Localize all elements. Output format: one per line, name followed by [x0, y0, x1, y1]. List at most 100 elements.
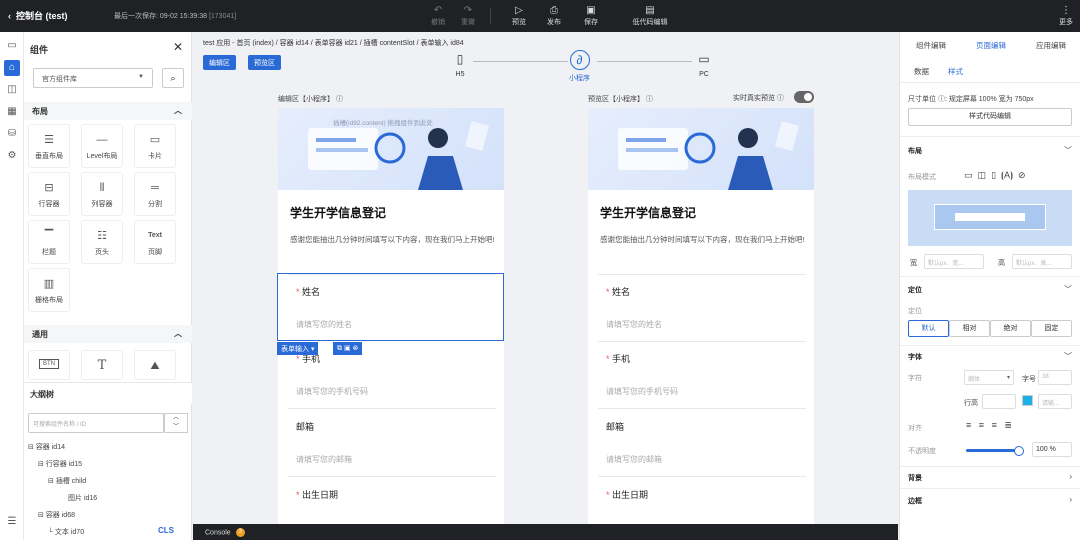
outline-toggle-icon[interactable]: ☰: [4, 514, 20, 530]
field-input-phone[interactable]: 请填写您的手机号码: [296, 386, 368, 397]
align-right-icon[interactable]: ≡: [992, 420, 997, 430]
tile-level-layout[interactable]: — Level布局: [81, 124, 123, 168]
tile-grid-layout[interactable]: ▥ 栅格布局: [28, 268, 70, 312]
style-code-button[interactable]: 样式代码编辑: [908, 108, 1072, 126]
preview-button[interactable]: ▷ 预览: [501, 4, 537, 27]
field-input-phone[interactable]: 请填写您的手机号码: [606, 386, 678, 397]
font-family-select[interactable]: 细体 ▾: [964, 370, 1014, 385]
tab-app-edit[interactable]: 应用编辑: [1036, 40, 1066, 51]
position-default-button[interactable]: 默认: [908, 320, 949, 337]
breadcrumb[interactable]: test 应用 - 首页 (index) / 容器 id14 / 表单容器 id…: [203, 38, 464, 48]
tab-component-edit[interactable]: 组件编辑: [916, 40, 946, 51]
block-mode-icon[interactable]: ▭: [964, 170, 973, 180]
tile-divider[interactable]: ═ 分割: [134, 172, 176, 216]
font-color-input[interactable]: 请输...: [1038, 394, 1072, 409]
align-justify-icon[interactable]: ≣: [1004, 420, 1012, 430]
more-button[interactable]: ⋮ 更多: [1048, 4, 1080, 27]
tile-vertical-layout[interactable]: ☰ 垂直布局: [28, 124, 70, 168]
tree-search-input[interactable]: 可搜索组件名称 / ID: [28, 413, 164, 433]
paste-icon[interactable]: ▣: [344, 345, 351, 352]
tile-text[interactable]: T: [81, 350, 123, 380]
device-miniprogram[interactable]: ∂ 小程序: [569, 50, 590, 83]
save-button[interactable]: ▣ 保存: [573, 4, 609, 27]
background-section-title[interactable]: 背景: [908, 473, 922, 483]
tree-node[interactable]: ⊟ 容器 id68: [38, 510, 75, 520]
chevron-down-icon[interactable]: ﹀: [1064, 284, 1072, 295]
tree-nav-stepper[interactable]: ︿ ﹀: [164, 413, 188, 433]
tile-title[interactable]: ▔ 栏题: [28, 220, 70, 264]
height-input[interactable]: 默认px、高...: [1012, 254, 1072, 269]
tile-image[interactable]: ⛰: [134, 350, 176, 380]
position-fixed-button[interactable]: 固定: [1031, 320, 1072, 337]
tab-page-edit[interactable]: 页面编辑: [976, 40, 1006, 51]
edit-area-button[interactable]: 编辑区: [203, 55, 236, 70]
chevron-down-icon[interactable]: ﹀: [1064, 351, 1072, 362]
chevron-down-icon[interactable]: ﹀: [1064, 145, 1072, 156]
width-input[interactable]: 默认px、宽...: [924, 254, 984, 269]
chevron-right-icon[interactable]: ›: [1069, 495, 1072, 504]
lowcode-edit-button[interactable]: ▤ 低代码编辑: [620, 4, 680, 27]
close-icon[interactable]: ✕: [173, 40, 183, 54]
selection-toolbar[interactable]: 表单输入 ▾: [277, 342, 319, 355]
library-select[interactable]: 官方组件库 ▼: [33, 68, 153, 88]
position-absolute-button[interactable]: 绝对: [990, 320, 1031, 337]
font-size-input[interactable]: 38: [1038, 370, 1072, 385]
field-input-email[interactable]: 请填写您的邮箱: [606, 454, 662, 465]
tile-header[interactable]: ☷ 页头: [81, 220, 123, 264]
flex-mode-icon[interactable]: ◫: [978, 170, 987, 180]
components-icon[interactable]: ⌂: [4, 60, 20, 76]
preview-area-button[interactable]: 预览区: [248, 55, 281, 70]
opacity-input[interactable]: 100 %: [1032, 442, 1072, 457]
device-pc[interactable]: ▭ PC: [695, 50, 713, 78]
tile-button[interactable]: BTN: [28, 350, 70, 380]
layout-section-header[interactable]: 布局 ︿: [24, 102, 192, 120]
database-icon[interactable]: ⛁: [4, 126, 20, 142]
tree-node[interactable]: ⊟ 插槽 child: [48, 476, 86, 486]
tile-column-container[interactable]: ⫴ 列容器: [81, 172, 123, 216]
back-to-console-link[interactable]: ‹ 控制台 (test): [8, 9, 68, 22]
console-bar[interactable]: Console 3: [193, 524, 898, 540]
redo-button[interactable]: ↷ 重做: [450, 4, 486, 27]
inline-text-icon[interactable]: ⦗A⦘: [1001, 170, 1013, 180]
pages-icon[interactable]: ▭: [4, 38, 20, 54]
blocks-icon[interactable]: ◫: [4, 82, 20, 98]
tree-node[interactable]: └ 文本 id70: [48, 527, 84, 537]
selection-outline[interactable]: [277, 273, 504, 341]
layers-icon[interactable]: ▦: [4, 104, 20, 120]
tree-node[interactable]: ⊟ 容器 id14: [28, 442, 65, 452]
align-center-icon[interactable]: ≡: [979, 420, 984, 430]
search-icon[interactable]: ⌕: [162, 68, 184, 88]
border-section-title[interactable]: 边框: [908, 496, 922, 506]
box-model-editor[interactable]: [908, 190, 1072, 246]
tile-footer[interactable]: Text 页脚: [134, 220, 176, 264]
copy-icon[interactable]: ⧉: [337, 345, 342, 352]
field-label-email[interactable]: 邮箱: [296, 420, 314, 433]
opacity-slider[interactable]: [966, 446, 1024, 456]
inline-mode-icon[interactable]: ▯: [991, 170, 996, 180]
settings-icon[interactable]: ⚙: [4, 148, 20, 164]
tree-node[interactable]: ⊟ 行容器 id15: [38, 459, 82, 469]
field-input-name[interactable]: 请填写您的姓名: [606, 319, 662, 330]
device-h5[interactable]: ▯ H5: [451, 50, 469, 78]
cls-badge[interactable]: CLS: [158, 526, 174, 535]
field-input-email[interactable]: 请填写您的邮箱: [296, 454, 352, 465]
general-section-header[interactable]: 通用 ︿: [24, 325, 192, 343]
selection-tag[interactable]: 表单输入: [281, 346, 309, 353]
tile-card[interactable]: ▭ 卡片: [134, 124, 176, 168]
tree-node[interactable]: 图片 id16: [68, 493, 97, 503]
layout-mode-icons[interactable]: ▭ ◫ ▯ ⦗A⦘ ⊘: [964, 170, 1026, 181]
align-left-icon[interactable]: ≡: [966, 420, 971, 430]
subtab-data[interactable]: 数据: [914, 66, 929, 77]
realtime-preview-toggle[interactable]: [794, 91, 814, 103]
subtab-style[interactable]: 样式: [948, 66, 963, 83]
tile-row-container[interactable]: ⊟ 行容器: [28, 172, 70, 216]
selection-actions[interactable]: ⧉ ▣ ⊗: [333, 342, 363, 355]
line-height-input[interactable]: [982, 394, 1016, 409]
publish-button[interactable]: ⎙ 发布: [536, 4, 572, 27]
position-relative-button[interactable]: 相对: [949, 320, 990, 337]
text-align-icons[interactable]: ≡ ≡ ≡ ≣: [966, 420, 1012, 431]
delete-icon[interactable]: ⊗: [353, 345, 359, 352]
font-color-swatch[interactable]: [1022, 395, 1033, 406]
hidden-mode-icon[interactable]: ⊘: [1018, 170, 1026, 180]
field-label-birthdate[interactable]: * 出生日期: [296, 488, 338, 501]
